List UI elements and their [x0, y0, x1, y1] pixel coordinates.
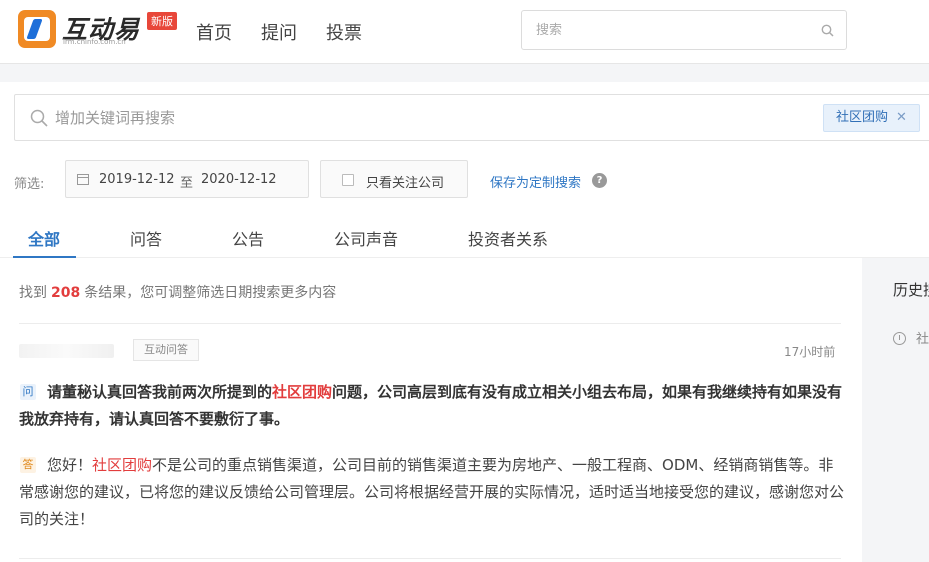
result-count-prefix: 找到 [19, 285, 47, 301]
search-icon[interactable] [821, 24, 834, 37]
question-text[interactable]: 请董秘认真回答我前两次所提到的社区团购问题，公司高层到底有没有成立相关小组去布局… [19, 379, 844, 433]
tab-all[interactable]: 全部 [28, 226, 60, 250]
question-icon: 问 [20, 384, 36, 400]
calendar-icon [77, 174, 89, 185]
answer-icon: 答 [20, 457, 36, 473]
close-icon[interactable]: ✕ [896, 110, 907, 125]
result-count-number: 208 [51, 285, 81, 301]
search-icon [30, 109, 48, 127]
question-part: 请董秘认真回答我前两次所提到的 [47, 383, 273, 401]
clock-icon [893, 332, 906, 345]
help-icon[interactable]: ? [592, 173, 607, 188]
new-version-badge: 新版 [147, 12, 177, 30]
date-to[interactable]: 2020-12-12 [201, 172, 277, 187]
header-search-input[interactable] [536, 11, 796, 49]
company-name-redacted[interactable] [19, 344, 114, 358]
keyword-tag: 社区团购 ✕ [823, 104, 920, 132]
tab-qa[interactable]: 问答 [130, 226, 162, 250]
keyword-search-box: 社区团购 ✕ [14, 94, 929, 141]
follow-only-label: 只看关注公司 [366, 176, 445, 191]
result-tabs: 全部 问答 公告 公司声音 投资者关系 [0, 212, 929, 258]
follow-only-checkbox[interactable] [342, 174, 354, 186]
follow-only-toggle[interactable]: 只看关注公司 [320, 160, 468, 198]
nav-vote[interactable]: 投票 [326, 19, 362, 45]
header-search [521, 10, 847, 50]
tab-company-voice[interactable]: 公司声音 [334, 226, 398, 250]
save-custom-search-link[interactable]: 保存为定制搜索 [490, 172, 581, 191]
post-time: 17小时前 [784, 345, 836, 359]
tab-announcement[interactable]: 公告 [232, 226, 264, 250]
nav-home[interactable]: 首页 [196, 19, 232, 45]
source-badge: 互动问答 [133, 339, 199, 361]
keyword-tag-label: 社区团购 [836, 110, 889, 125]
result-count-suffix: 条结果，您可调整筛选日期搜索更多内容 [84, 285, 337, 301]
keyword-search-input[interactable] [55, 103, 755, 133]
filter-label: 筛选: [14, 177, 45, 192]
answer-keyword-highlight: 社区团购 [92, 456, 153, 474]
date-range-picker[interactable]: 2019-12-12 至 2020-12-12 [65, 160, 309, 198]
divider [19, 558, 841, 559]
answer-text: 您好！社区团购不是公司的重点销售渠道，公司目前的销售渠道主要为房地产、一般工程商… [19, 452, 844, 533]
history-search-item[interactable]: 社 [893, 328, 929, 347]
main-content: 社区团购 ✕ 筛选: 2019-12-12 至 2020-12-12 只看关注公司… [0, 82, 929, 562]
tab-investor-relations[interactable]: 投资者关系 [468, 226, 548, 250]
result-count: 找到 208 条结果，您可调整筛选日期搜索更多内容 [19, 282, 336, 302]
question-keyword-highlight: 社区团购 [272, 383, 333, 401]
date-from[interactable]: 2019-12-12 [99, 172, 175, 187]
history-search-title: 历史搜 [893, 281, 929, 299]
history-search-item-label: 社 [916, 332, 929, 347]
nav-ask[interactable]: 提问 [261, 19, 297, 45]
logo-subtitle: irm.cninfo.com.cn [63, 38, 126, 46]
date-separator: 至 [180, 176, 194, 191]
divider [19, 323, 841, 324]
top-header: 互动易 irm.cninfo.com.cn 新版 首页 提问 投票 [0, 0, 929, 64]
logo-icon[interactable] [18, 10, 56, 48]
answer-part: 您好！ [47, 456, 93, 474]
